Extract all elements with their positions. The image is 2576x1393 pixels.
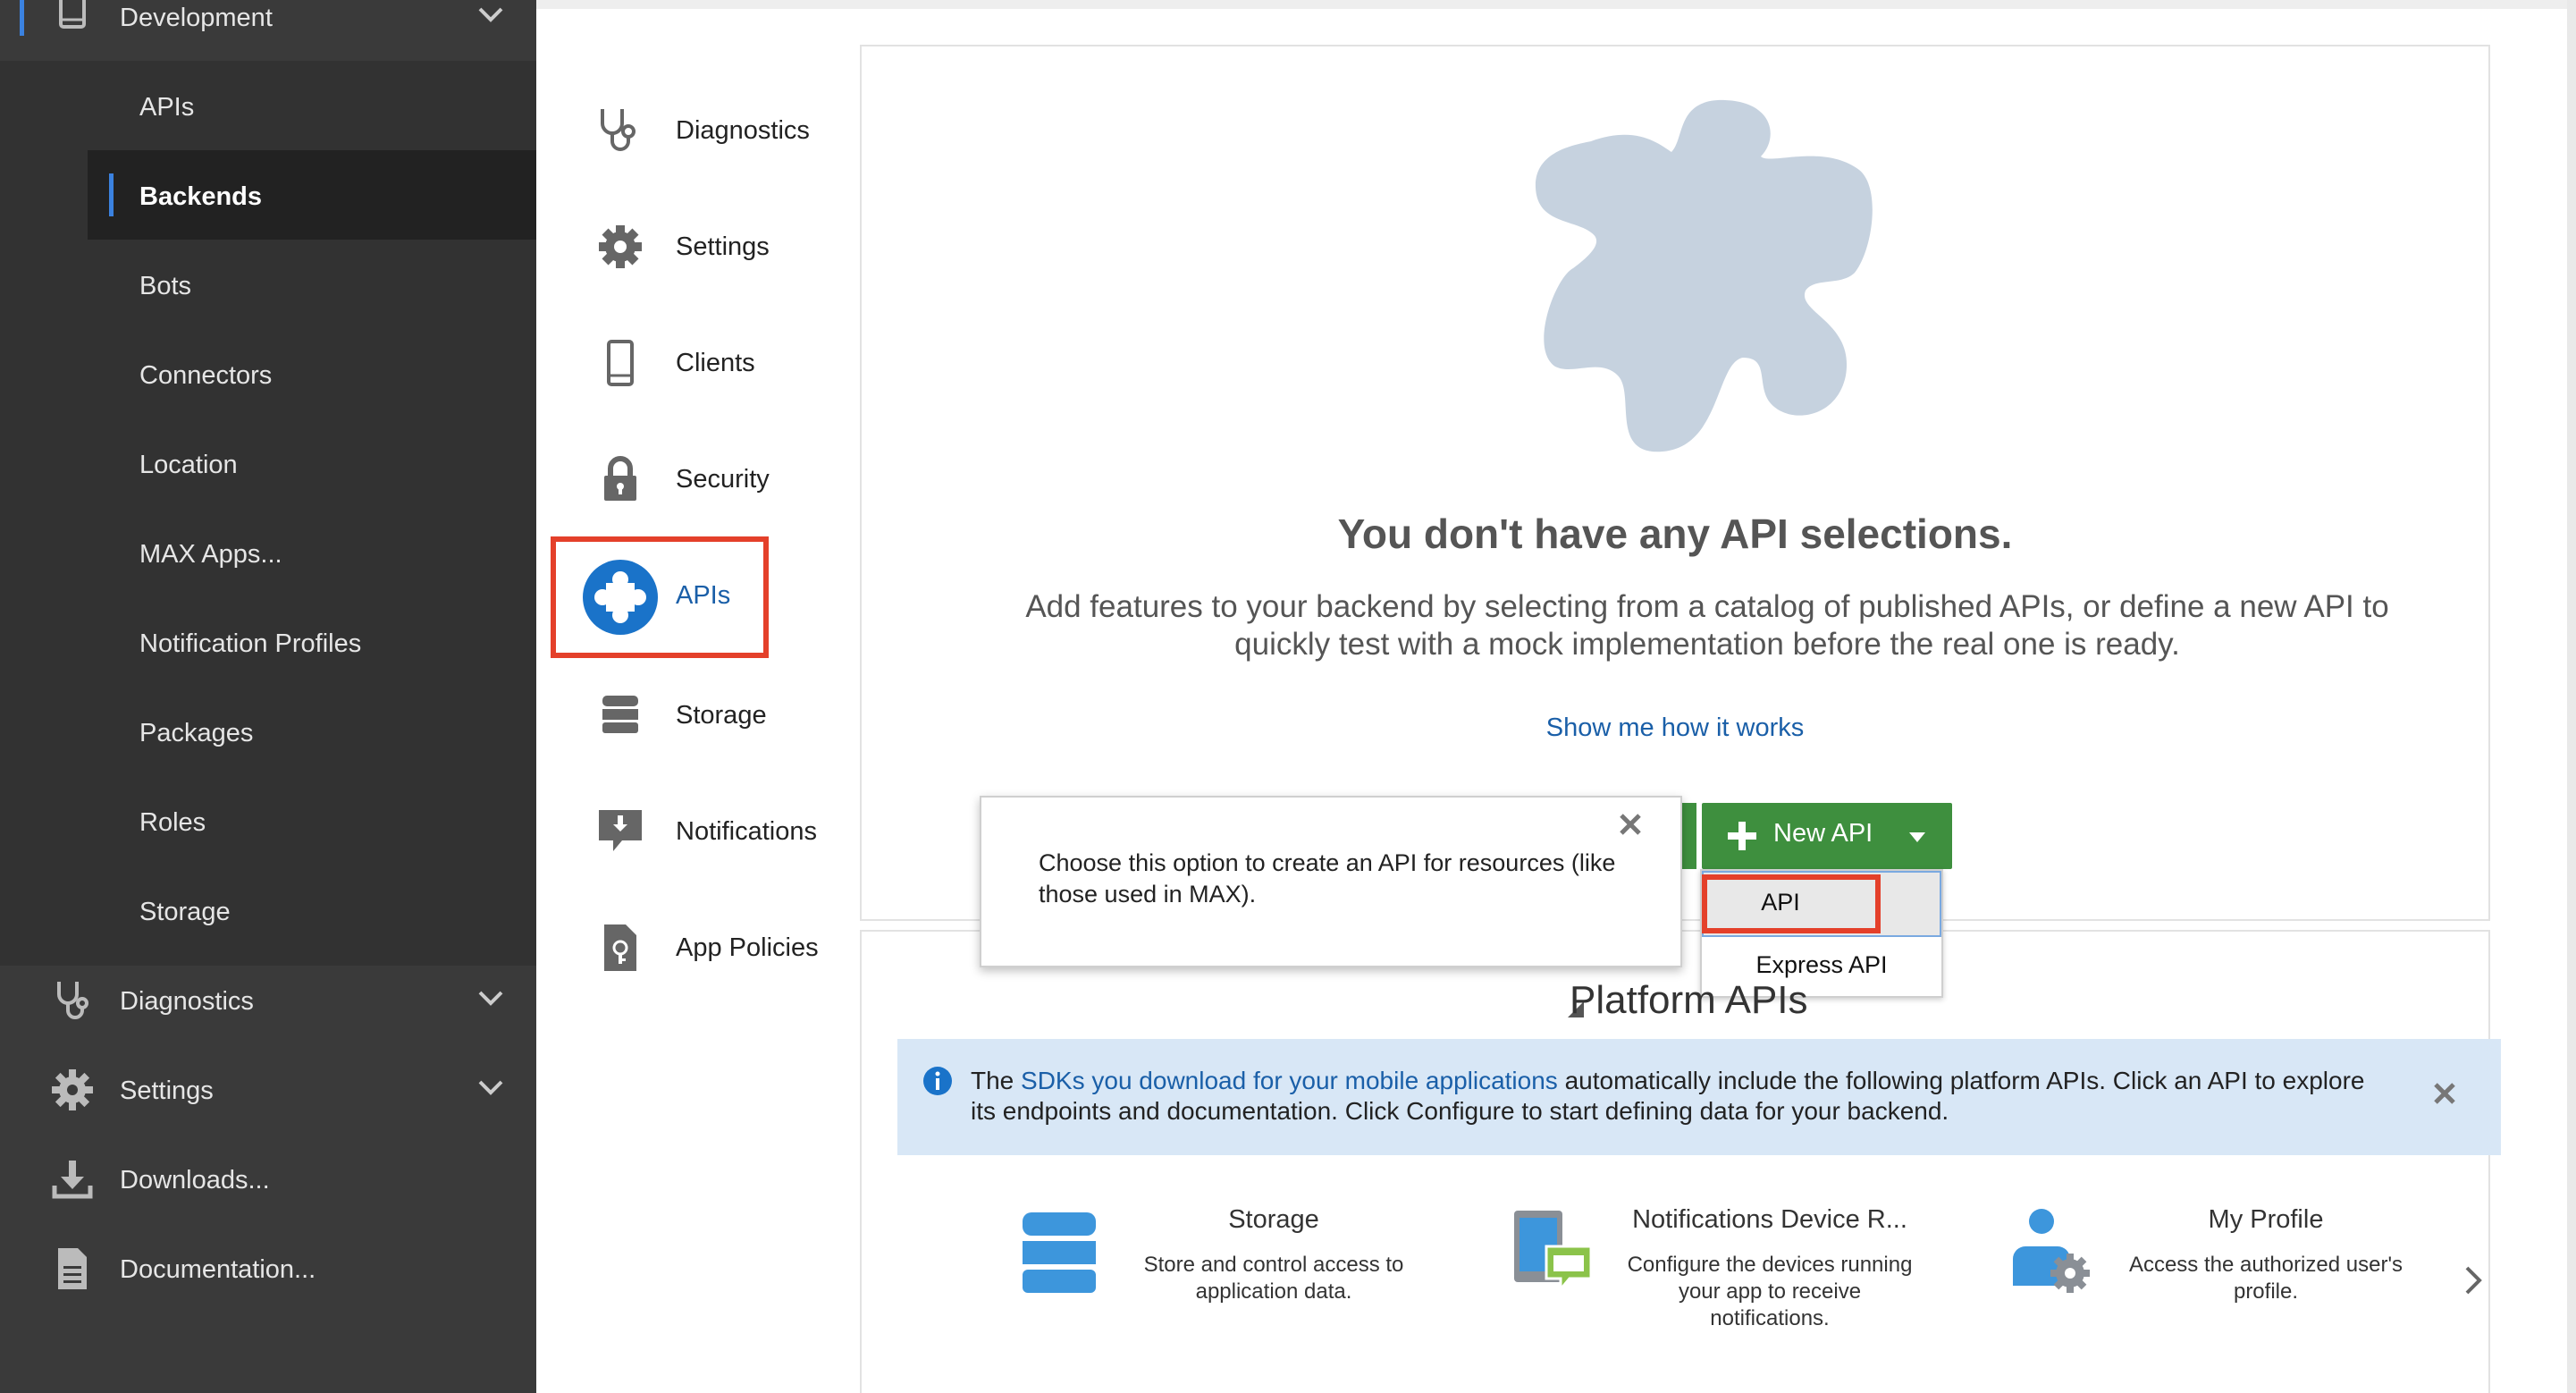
sidebar-item-diagnostics[interactable]: Diagnostics [120, 984, 254, 1019]
plus-icon [1728, 822, 1756, 850]
tile-notifications-title[interactable]: Notifications Device R... [1609, 1205, 1931, 1235]
tile-my-profile-title[interactable]: My Profile [2127, 1205, 2404, 1235]
sidebar-item-storage[interactable]: Storage [139, 894, 231, 930]
notification-icon [599, 810, 642, 851]
caret-down-icon[interactable] [1907, 830, 1927, 844]
database-icon [602, 696, 638, 733]
download-icon [52, 1161, 93, 1199]
nav-item-storage[interactable]: Storage [676, 697, 767, 733]
nav-item-settings[interactable]: Settings [676, 229, 770, 265]
lock-icon [604, 456, 636, 501]
sidebar-item-packages[interactable]: Packages [139, 715, 253, 751]
gear-icon [599, 225, 642, 268]
nav-item-clients[interactable]: Clients [676, 345, 755, 381]
nav-item-diagnostics[interactable]: Diagnostics [676, 113, 810, 148]
sidebar-item-backends[interactable]: Backends [139, 179, 262, 215]
close-icon[interactable] [1614, 808, 1646, 840]
platform-apis-title: Platform APIs [1570, 978, 1808, 1022]
puzzle-piece-icon [1535, 99, 1873, 452]
gear-icon [52, 1069, 93, 1110]
info-banner-text: The SDKs you download for your mobile ap… [971, 1066, 2365, 1127]
user-settings-icon[interactable] [2008, 1207, 2093, 1296]
sdk-download-link[interactable]: SDKs you download for your mobile applic… [1021, 1067, 1558, 1094]
sidebar-item-max-apps[interactable]: MAX Apps... [139, 536, 282, 572]
sidebar-active-indicator [20, 0, 24, 36]
database-icon[interactable] [1019, 1211, 1099, 1295]
tile-my-profile-description: Access the authorized user's profile. [2128, 1253, 2403, 1304]
chevron-down-icon[interactable] [476, 1073, 506, 1103]
show-me-link[interactable]: Show me how it works [860, 713, 2490, 743]
mobile-icon [607, 340, 634, 386]
nav-item-app-policies[interactable]: App Policies [676, 930, 819, 966]
nav-item-notifications[interactable]: Notifications [676, 814, 817, 849]
chevron-down-icon[interactable] [476, 984, 506, 1014]
tile-storage-description: Store and control access to application … [1143, 1253, 1404, 1304]
top-strip [536, 0, 2576, 9]
sidebar-item-notification-profiles[interactable]: Notification Profiles [139, 626, 361, 662]
device-notification-icon[interactable] [1511, 1207, 1596, 1296]
nav-item-security[interactable]: Security [676, 461, 770, 497]
info-icon [923, 1067, 952, 1095]
sidebar-item-documentation[interactable]: Documentation... [120, 1252, 316, 1287]
chevron-right-icon[interactable] [2460, 1262, 2487, 1298]
info-text-prefix: The [971, 1067, 1022, 1094]
sidebar-item-location[interactable]: Location [139, 447, 238, 483]
empty-state-description: Add features to your backend by selectin… [1025, 589, 2389, 662]
new-api-label: New API [1773, 819, 1873, 848]
document-icon [58, 1248, 87, 1289]
stethoscope-icon [57, 982, 88, 1019]
apis-highlight-box [551, 536, 769, 658]
backend-nav [536, 0, 858, 1393]
sidebar-selected-indicator [109, 173, 114, 216]
catalog-button-edge[interactable] [1680, 803, 1696, 869]
sidebar-item-apis[interactable]: APIs [139, 89, 194, 125]
window-edge [2567, 0, 2576, 1393]
stethoscope-icon [601, 109, 636, 151]
sidebar-item-connectors[interactable]: Connectors [139, 358, 272, 393]
sidebar-item-roles[interactable]: Roles [139, 805, 206, 840]
chevron-down-icon[interactable] [476, 0, 506, 30]
sidebar-item-downloads[interactable]: Downloads... [120, 1162, 270, 1198]
empty-state-title: You don't have any API selections. [1337, 511, 2013, 557]
sidebar-item-development[interactable]: Development [120, 0, 273, 36]
sidebar-item-bots[interactable]: Bots [139, 268, 191, 304]
tile-notifications-description: Configure the devices running your app t… [1627, 1253, 1913, 1330]
tooltip-text: Choose this option to create an API for … [1039, 849, 1616, 908]
close-icon[interactable] [2429, 1078, 2460, 1109]
policy-icon [604, 924, 636, 971]
mobile-icon [59, 0, 86, 29]
sidebar-item-settings[interactable]: Settings [120, 1073, 214, 1109]
api-option-highlight-box [1702, 874, 1881, 933]
menu-item-express-api[interactable]: Express API [1702, 951, 1941, 979]
tile-storage-title[interactable]: Storage [1126, 1205, 1421, 1235]
